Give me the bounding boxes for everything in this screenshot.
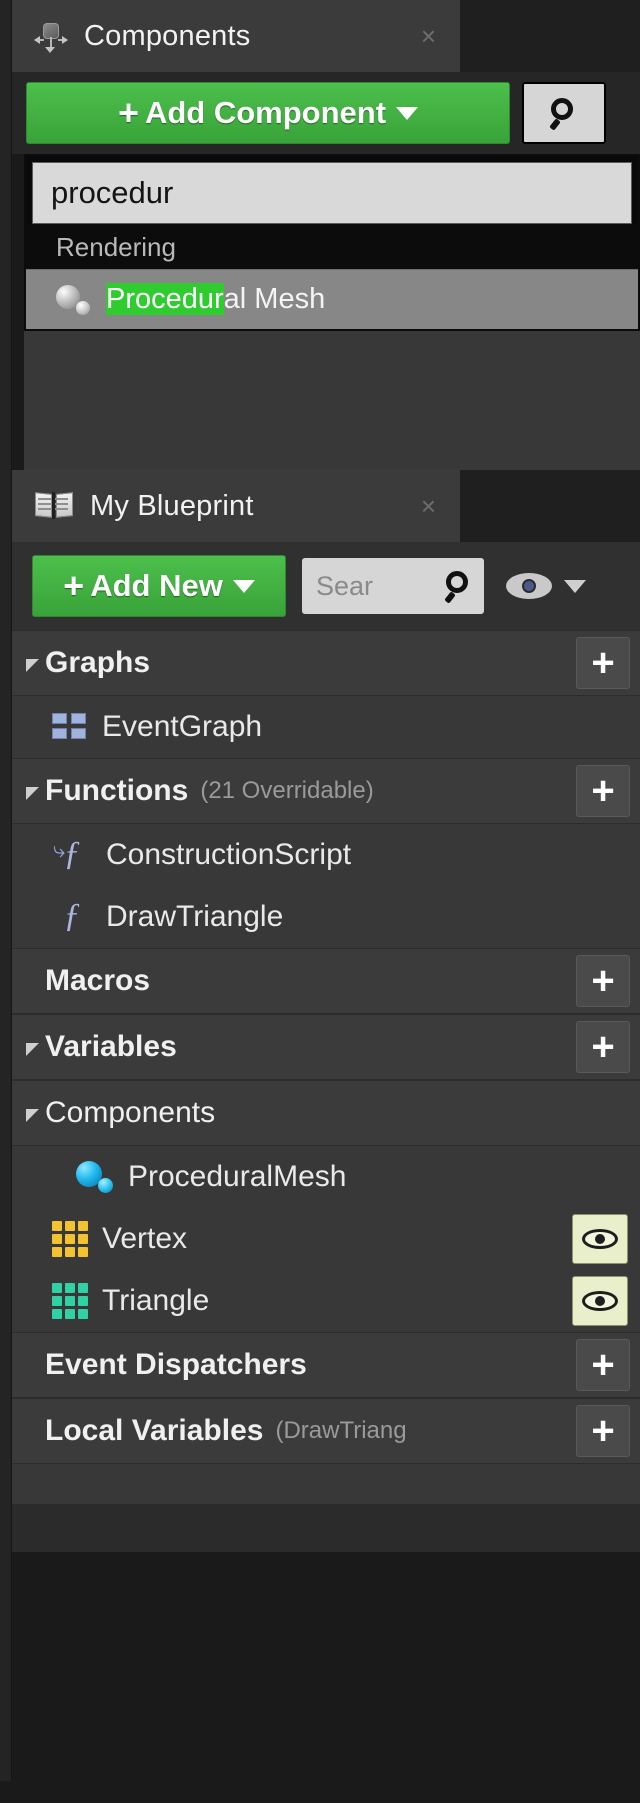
myblueprint-tabstrip: My Blueprint ×	[12, 470, 640, 542]
tree-item-constructionscript[interactable]: ⤷ ƒ ConstructionScript	[12, 824, 640, 886]
book-icon	[34, 491, 74, 521]
procedural-mesh-component-icon	[76, 1161, 114, 1193]
expand-triangle-icon[interactable]	[26, 1108, 39, 1122]
section-header-components-category[interactable]: Components	[12, 1080, 640, 1146]
close-icon[interactable]: ×	[421, 23, 436, 49]
section-title-local-variables: Local Variables	[45, 1414, 264, 1447]
add-component-button[interactable]: + Add Component	[26, 82, 510, 144]
array-grid-icon	[52, 1283, 88, 1319]
add-function-button[interactable]: +	[576, 765, 630, 817]
tree-item-label: ProceduralMesh	[128, 1160, 347, 1193]
chevron-down-icon	[396, 106, 419, 120]
tree-item-eventgraph[interactable]: EventGraph	[12, 696, 640, 758]
eye-icon	[506, 573, 552, 599]
tab-my-blueprint[interactable]: My Blueprint ×	[12, 470, 460, 542]
add-component-dropdown: procedur Rendering Procedural Mesh	[24, 154, 640, 331]
section-header-local-variables[interactable]: Local Variables (DrawTriang +	[12, 1398, 640, 1464]
add-new-label: Add New	[90, 568, 223, 603]
search-icon	[442, 569, 476, 604]
section-header-functions[interactable]: Functions (21 Overridable) +	[12, 758, 640, 824]
eye-icon	[582, 1291, 618, 1311]
tree-item-triangle[interactable]: Triangle	[12, 1270, 640, 1332]
expand-triangle-icon[interactable]	[26, 658, 39, 672]
dropdown-category-rendering: Rendering	[26, 224, 638, 269]
event-graph-icon	[52, 713, 88, 741]
expand-triangle-icon[interactable]	[26, 1042, 39, 1056]
myblueprint-tree: Graphs + EventGraph Functions (21 Overri…	[12, 630, 640, 1504]
tab-components[interactable]: Components ×	[12, 0, 460, 72]
section-header-event-dispatchers[interactable]: Event Dispatchers +	[12, 1332, 640, 1398]
section-title-macros: Macros	[45, 964, 151, 997]
tree-item-drawtriangle[interactable]: ƒ DrawTriangle	[12, 886, 640, 948]
expand-triangle-icon[interactable]	[26, 786, 39, 800]
section-title-components: Components	[45, 1096, 216, 1129]
section-header-macros[interactable]: Macros +	[12, 948, 640, 1014]
components-gizmo-icon	[34, 19, 68, 53]
dropdown-item-procedural-mesh[interactable]: Procedural Mesh	[26, 269, 638, 329]
close-icon[interactable]: ×	[421, 493, 436, 519]
section-title-variables: Variables	[45, 1030, 177, 1063]
search-match-highlight: Procedur	[106, 283, 224, 315]
search-placeholder: Sear	[316, 570, 374, 601]
myblueprint-toolbar: + Add New Sear	[12, 542, 640, 630]
chevron-down-icon	[232, 579, 255, 593]
add-local-variable-button[interactable]: +	[576, 1405, 630, 1457]
function-icon: ƒ	[63, 897, 81, 934]
construction-script-icon: ⤷ ƒ	[53, 835, 81, 872]
tree-item-label: EventGraph	[102, 710, 263, 743]
tree-item-label: Triangle	[102, 1284, 210, 1317]
components-search-button[interactable]	[522, 82, 606, 144]
functions-overridable-count: (21 Overridable)	[200, 777, 374, 804]
add-variable-button[interactable]: +	[576, 1021, 630, 1073]
panel-footer	[12, 1504, 640, 1552]
local-variables-scope: (DrawTriang	[275, 1417, 407, 1444]
blueprint-editor-panels: Components × + Add Component procedur Re…	[0, 0, 640, 1803]
add-new-button[interactable]: + Add New	[32, 555, 286, 617]
component-search-input[interactable]: procedur	[32, 162, 632, 224]
chevron-down-icon	[564, 579, 586, 593]
section-header-variables[interactable]: Variables +	[12, 1014, 640, 1080]
triangle-visibility-toggle[interactable]	[572, 1276, 628, 1326]
tree-empty-area	[12, 1464, 640, 1504]
dropdown-item-label: Procedural Mesh	[106, 283, 325, 316]
search-icon	[547, 96, 581, 131]
section-title-functions: Functions	[45, 774, 189, 807]
section-title-event-dispatchers: Event Dispatchers	[45, 1348, 307, 1381]
myblueprint-search-input[interactable]: Sear	[302, 558, 484, 614]
section-title-graphs: Graphs	[45, 646, 151, 679]
section-header-graphs[interactable]: Graphs +	[12, 630, 640, 696]
tree-item-label: ConstructionScript	[106, 838, 352, 871]
my-blueprint-panel: My Blueprint × + Add New Sear Graphs + E…	[12, 470, 640, 1552]
add-macro-button[interactable]: +	[576, 955, 630, 1007]
left-gutter	[0, 0, 12, 1803]
array-grid-icon	[52, 1221, 88, 1257]
vertex-visibility-toggle[interactable]	[572, 1214, 628, 1264]
tree-item-proceduralmesh[interactable]: ProceduralMesh	[12, 1146, 640, 1208]
visibility-options-button[interactable]	[506, 573, 586, 599]
dropdown-item-rest: al Mesh	[223, 283, 326, 315]
plus-icon: +	[63, 565, 85, 606]
add-graph-button[interactable]: +	[576, 637, 630, 689]
tree-item-label: DrawTriangle	[106, 900, 284, 933]
tab-my-blueprint-label: My Blueprint	[90, 489, 254, 522]
components-empty-area	[24, 331, 640, 477]
add-component-label: Add Component	[144, 95, 387, 130]
add-event-dispatcher-button[interactable]: +	[576, 1339, 630, 1391]
plus-icon: +	[117, 92, 139, 133]
eye-icon	[582, 1229, 618, 1249]
window-bottom-edge	[0, 1781, 640, 1803]
components-panel: Components × + Add Component procedur Re…	[12, 0, 640, 477]
tab-components-label: Components	[84, 19, 251, 52]
tree-item-vertex[interactable]: Vertex	[12, 1208, 640, 1270]
components-tabstrip: Components ×	[12, 0, 640, 72]
sphere-mesh-icon	[56, 284, 92, 315]
tree-item-label: Vertex	[102, 1222, 188, 1255]
components-toolbar: + Add Component	[12, 72, 640, 154]
